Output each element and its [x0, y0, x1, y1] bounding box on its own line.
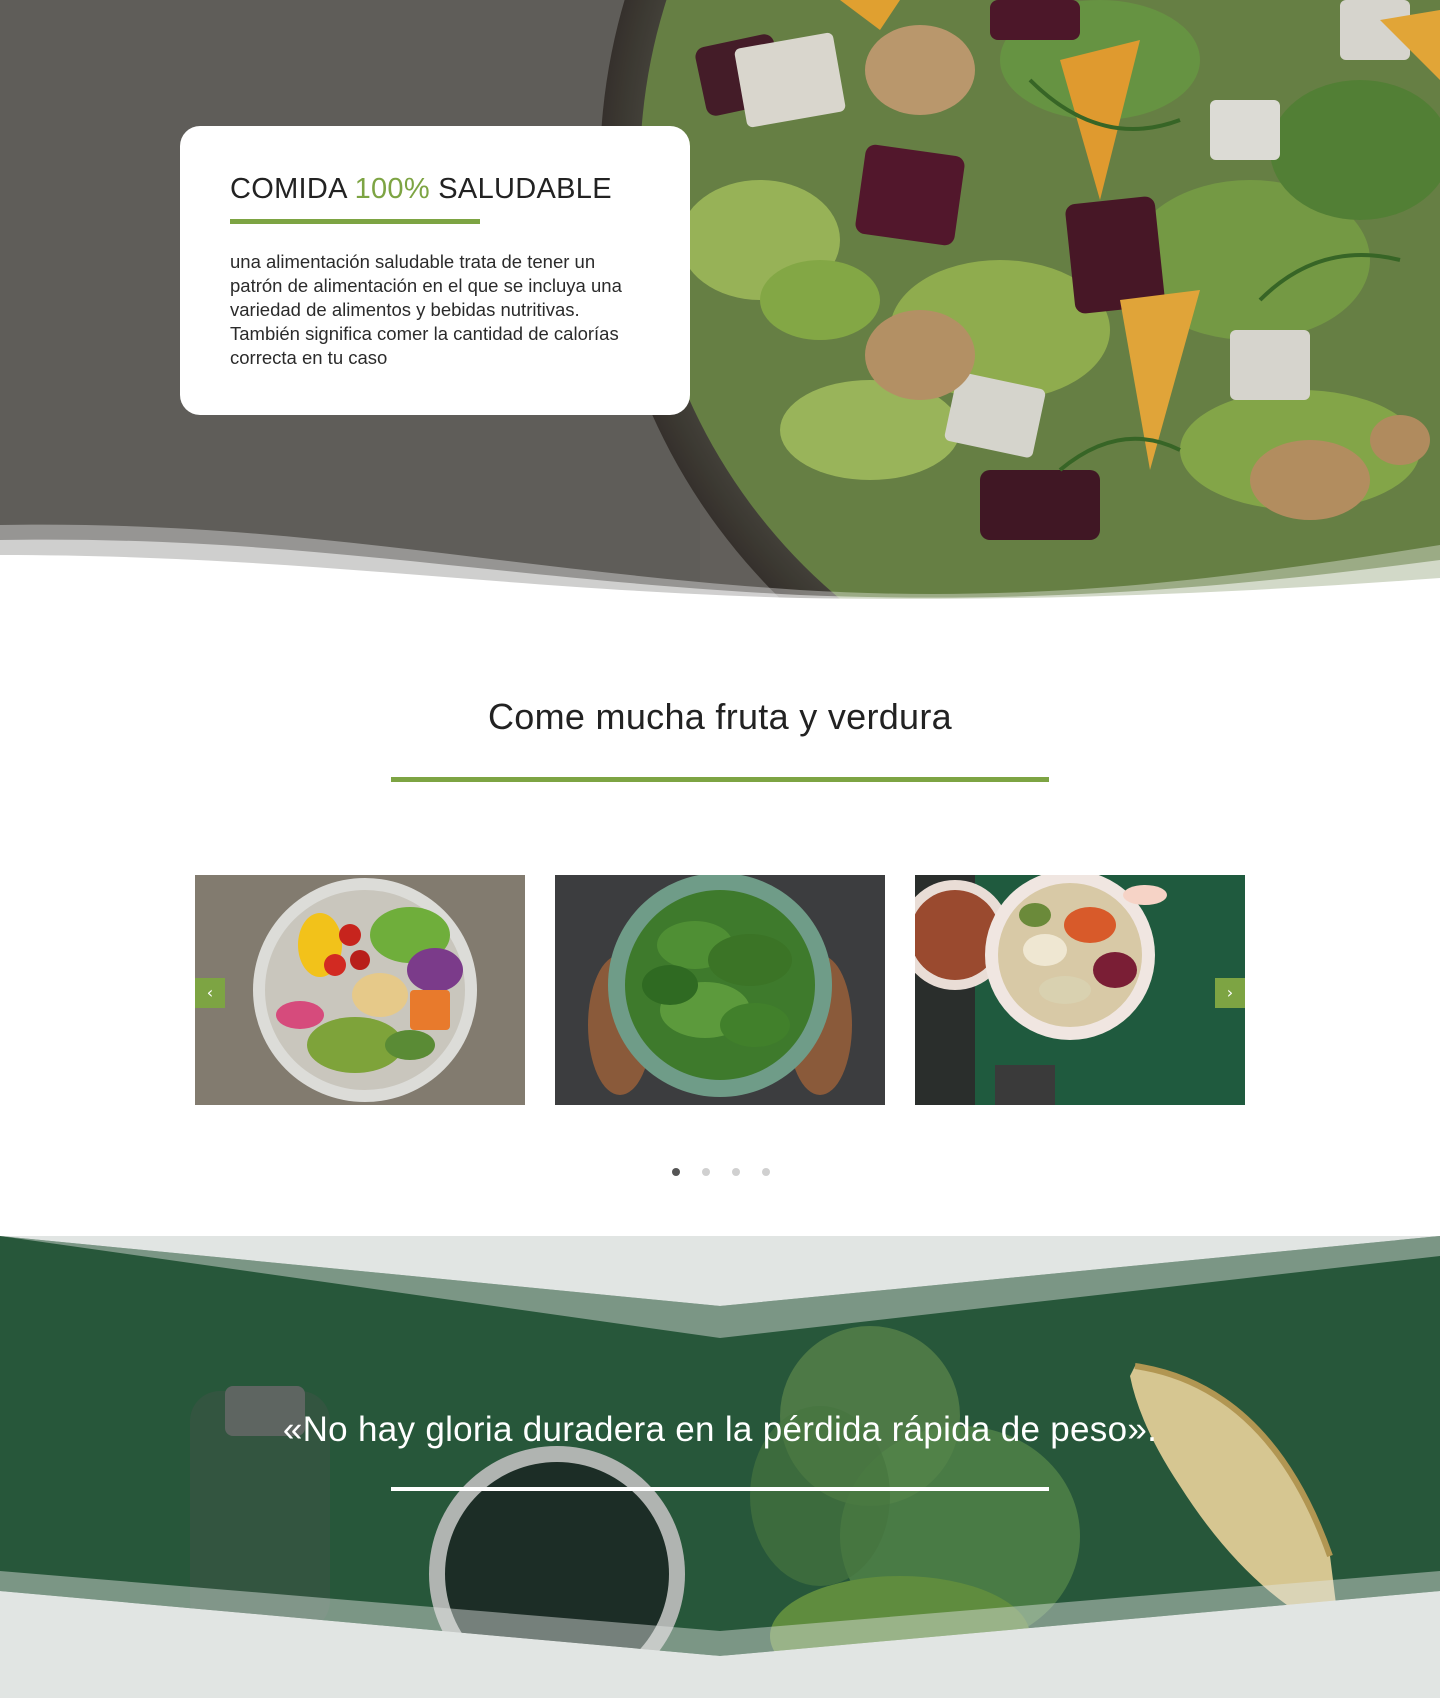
hero-title: COMIDA 100% SALUDABLE	[230, 172, 640, 207]
carousel-slide[interactable]	[555, 875, 885, 1105]
quote-underline	[391, 1487, 1049, 1491]
hero-title-underline	[230, 218, 480, 224]
spinach-bowl-image	[555, 875, 885, 1105]
hero-description: una alimentación saludable trata de tene…	[230, 250, 622, 368]
carousel-pagination	[672, 1168, 772, 1180]
carousel-slide[interactable]	[195, 875, 525, 1105]
hero-wave-divider	[0, 524, 1440, 600]
quote-background	[0, 1236, 1440, 1698]
quote-section	[0, 1236, 1440, 1698]
carousel-dot[interactable]	[702, 1168, 710, 1176]
hero-section: COMIDA 100% SALUDABLE una alimentación s…	[0, 0, 1440, 600]
quote-text: «No hay gloria duradera en la pérdida rá…	[282, 1410, 1158, 1449]
hero-info-card: COMIDA 100% SALUDABLE una alimentación s…	[180, 126, 690, 415]
carousel-slide[interactable]	[915, 875, 1245, 1105]
carousel-dot[interactable]	[762, 1168, 770, 1176]
carousel-dot[interactable]	[672, 1168, 680, 1176]
hero-title-prefix: COMIDA	[230, 173, 355, 205]
hero-title-suffix: SALUDABLE	[429, 173, 612, 205]
carousel-dot[interactable]	[732, 1168, 740, 1176]
carousel-prev-button[interactable]: ‹	[195, 978, 225, 1008]
grain-bowls-image	[915, 875, 1245, 1105]
vegetable-bowl-image	[195, 875, 525, 1105]
image-carousel: ‹ ›	[195, 875, 1245, 1105]
section-title-underline	[391, 777, 1049, 782]
section-title: Come mucha fruta y verdura	[488, 696, 952, 737]
carousel-next-button[interactable]: ›	[1215, 978, 1245, 1008]
hero-title-accent: 100%	[354, 173, 430, 205]
